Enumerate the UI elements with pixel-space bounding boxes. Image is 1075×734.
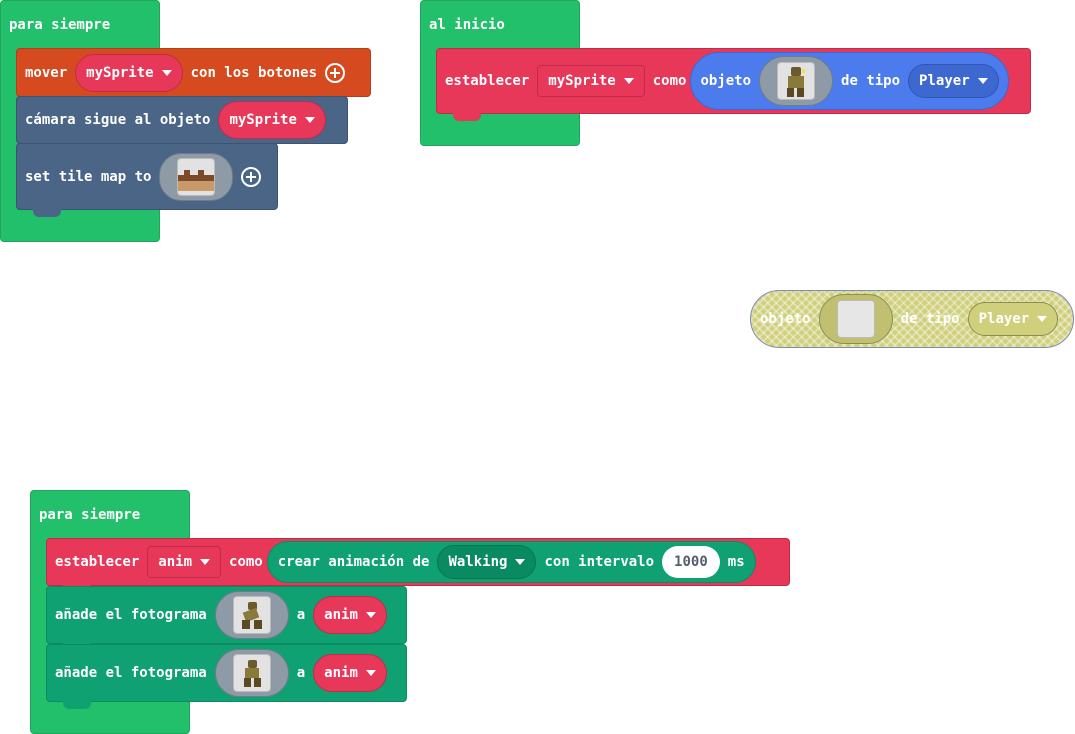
forever-hat-label: para siempre <box>9 17 111 33</box>
chevron-down-icon <box>365 612 376 618</box>
add-frame-block[interactable]: añade el fotograma a anim <box>46 586 407 651</box>
as-label: como <box>652 73 687 89</box>
set-animation-variable-block[interactable]: establecer anim como crear animación de … <box>46 538 790 593</box>
forever-hat-label: para siempre <box>39 507 141 523</box>
soldier-frame-icon <box>232 596 271 634</box>
sprite-variable-value: mySprite <box>86 64 154 81</box>
interval-input[interactable]: 1000 <box>662 546 720 578</box>
plus-icon[interactable] <box>325 62 346 83</box>
tilemap-image-slot[interactable] <box>159 152 234 201</box>
block-notch <box>453 113 481 121</box>
create-animation-block[interactable]: crear animación de Walking con intervalo… <box>266 541 756 583</box>
variable-dropdown[interactable]: anim <box>147 546 222 578</box>
camera-follow-block[interactable]: cámara sigue al objeto mySprite <box>16 96 348 151</box>
kind-value: Player <box>919 73 970 89</box>
chevron-down-icon <box>1037 316 1048 322</box>
chevron-down-icon <box>623 78 634 84</box>
as-label: como <box>229 554 263 570</box>
variable-dropdown[interactable]: mySprite <box>537 65 645 97</box>
tilemap-thumbnail-icon <box>177 157 216 196</box>
move-suffix-label: con los botones <box>190 64 318 81</box>
camera-follow-label: cámara sigue al objeto <box>25 112 211 128</box>
move-with-buttons-block[interactable]: mover mySprite con los botones <box>16 48 371 104</box>
kind-value: Player <box>978 311 1030 327</box>
chevron-down-icon <box>304 117 315 123</box>
action-dropdown[interactable]: Walking <box>437 545 537 579</box>
chevron-down-icon <box>977 78 988 84</box>
animation-variable-dropdown[interactable]: anim <box>313 596 387 634</box>
add-frame-label: añade el fotograma <box>55 607 207 623</box>
add-frame-label: añade el fotograma <box>55 665 207 681</box>
chevron-down-icon <box>200 559 211 565</box>
chevron-down-icon <box>515 559 526 565</box>
interval-label: con intervalo <box>544 554 655 570</box>
sprite-image-slot[interactable] <box>759 56 834 106</box>
interval-unit-label: ms <box>727 554 745 570</box>
set-tilemap-label: set tile map to <box>25 168 152 185</box>
soldier-frame-icon <box>232 654 271 692</box>
empty-image-icon <box>836 300 875 338</box>
set-tilemap-block[interactable]: set tile map to <box>16 143 278 217</box>
set-sprite-variable-block[interactable]: establecer mySprite como objeto de tipo … <box>436 48 1031 121</box>
frame-image-slot[interactable] <box>214 591 289 639</box>
variable-value: anim <box>158 554 193 570</box>
chevron-down-icon <box>161 69 172 76</box>
animation-variable-dropdown[interactable]: anim <box>313 654 387 692</box>
chevron-down-icon <box>365 670 376 676</box>
to-label: a <box>296 607 306 623</box>
create-sprite-block[interactable]: objeto de tipo Player <box>690 52 1009 110</box>
plus-icon[interactable] <box>241 166 262 187</box>
kind-label: de tipo <box>841 73 901 89</box>
frame-image-slot[interactable] <box>214 649 289 697</box>
sprite-variable-dropdown[interactable]: mySprite <box>218 101 326 139</box>
add-frame-block[interactable]: añade el fotograma a anim <box>46 644 407 709</box>
block-notch <box>33 209 61 217</box>
animation-variable-value: anim <box>324 607 358 623</box>
animation-variable-value: anim <box>324 665 358 681</box>
set-label: establecer <box>55 554 140 570</box>
sprite-variable-value: mySprite <box>229 112 297 128</box>
kind-dropdown[interactable]: Player <box>967 302 1059 336</box>
sprite-image-slot[interactable] <box>818 294 893 344</box>
kind-label: de tipo <box>900 311 960 327</box>
action-value: Walking <box>448 554 508 570</box>
kind-dropdown[interactable]: Player <box>908 64 999 98</box>
block-notch <box>63 701 91 709</box>
create-animation-label: crear animación de <box>277 554 430 570</box>
set-label: establecer <box>445 73 530 89</box>
sprite-variable-dropdown[interactable]: mySprite <box>75 53 183 92</box>
to-label: a <box>296 665 306 681</box>
move-label: mover <box>25 64 68 81</box>
sprite-label: objeto <box>760 311 811 327</box>
floating-create-sprite-block[interactable]: objeto de tipo Player <box>750 290 1074 348</box>
soldier-sprite-icon <box>777 62 816 100</box>
variable-value: mySprite <box>548 73 616 89</box>
on-start-hat-label: al inicio <box>429 17 505 33</box>
sprite-label: objeto <box>700 73 752 89</box>
